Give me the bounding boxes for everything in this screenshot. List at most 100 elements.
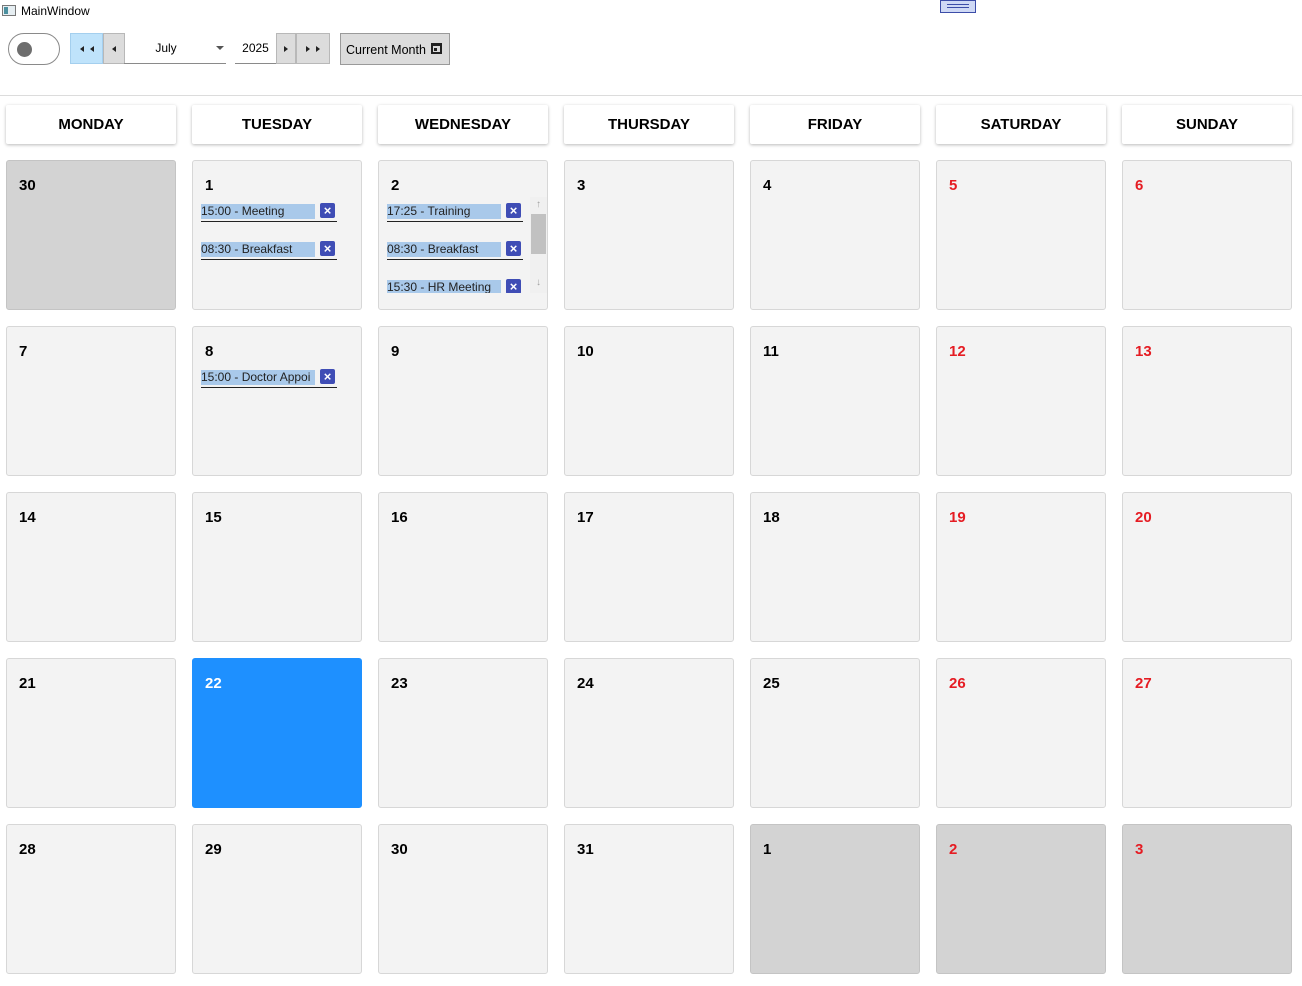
day-cell[interactable]: 29 [192, 824, 362, 974]
day-cell[interactable]: 26 [936, 658, 1106, 808]
day-number: 24 [577, 675, 594, 692]
calendar-icon [431, 43, 442, 54]
day-number: 18 [763, 509, 780, 526]
day-number: 19 [949, 509, 966, 526]
day-number: 25 [763, 675, 780, 692]
month-select-value: July [155, 41, 177, 55]
day-number: 28 [19, 841, 36, 858]
day-number: 1 [205, 177, 214, 194]
weekday-header-tuesday: TUESDAY [192, 105, 362, 144]
day-cell[interactable]: 27 [1122, 658, 1292, 808]
day-number: 1 [763, 841, 772, 858]
theme-toggle-switch[interactable] [8, 33, 60, 65]
day-cell[interactable]: 3 [564, 160, 734, 310]
day-number: 8 [205, 343, 214, 360]
weekday-header-monday: MONDAY [6, 105, 176, 144]
previous-month-button[interactable] [103, 33, 125, 64]
delete-event-icon[interactable]: × [320, 369, 335, 384]
day-cell[interactable]: 24 [564, 658, 734, 808]
day-cell[interactable]: 28 [6, 824, 176, 974]
current-month-button[interactable]: Current Month [340, 33, 450, 65]
day-number: 14 [19, 509, 36, 526]
chevron-left-icon [89, 45, 94, 52]
day-number: 27 [1135, 675, 1152, 692]
chevron-right-icon [306, 45, 310, 52]
day-cell[interactable]: 2 17:25 - Training × 08:30 - Breakfast × 15:3… [378, 160, 548, 310]
delete-event-icon[interactable]: × [320, 203, 335, 218]
app-window-icon [2, 5, 16, 16]
day-number: 3 [577, 177, 586, 194]
next-year-button[interactable] [296, 33, 330, 64]
event-title[interactable]: 17:25 - Training [387, 204, 501, 219]
event-item: 15:00 - Doctor Appoi × [201, 367, 337, 388]
scroll-down-arrow-icon[interactable]: ↓ [530, 275, 547, 291]
weekday-header-thursday: THURSDAY [564, 105, 734, 144]
day-cell[interactable]: 18 [750, 492, 920, 642]
event-list: 15:00 - Doctor Appoi × [201, 367, 351, 459]
day-cell-other-month[interactable]: 1 [750, 824, 920, 974]
chevron-down-icon [216, 46, 224, 50]
day-cell-other-month[interactable]: 3 [1122, 824, 1292, 974]
day-cell[interactable]: 20 [1122, 492, 1292, 642]
day-number: 30 [391, 841, 408, 858]
delete-event-icon[interactable]: × [506, 279, 521, 293]
event-title[interactable]: 08:30 - Breakfast [387, 242, 501, 257]
day-cell[interactable]: 31 [564, 824, 734, 974]
day-number: 20 [1135, 509, 1152, 526]
day-cell[interactable]: 5 [936, 160, 1106, 310]
event-item: 08:30 - Breakfast × [201, 239, 337, 260]
day-cell[interactable]: 17 [564, 492, 734, 642]
day-number: 5 [949, 177, 958, 194]
next-month-button[interactable] [276, 33, 296, 64]
year-input[interactable]: 2025 [235, 33, 276, 64]
day-number: 2 [391, 177, 400, 194]
event-list-scrollbar[interactable]: ↑ ↓ [530, 197, 547, 293]
chevron-right-icon [284, 45, 288, 52]
day-cell[interactable]: 9 [378, 326, 548, 476]
previous-year-button[interactable] [70, 33, 103, 64]
day-cell-other-month[interactable]: 2 [936, 824, 1106, 974]
day-cell[interactable]: 21 [6, 658, 176, 808]
double-chevron-left-icon [79, 45, 84, 52]
day-cell[interactable]: 25 [750, 658, 920, 808]
day-cell[interactable]: 13 [1122, 326, 1292, 476]
day-cell[interactable]: 7 [6, 326, 176, 476]
delete-event-icon[interactable]: × [506, 203, 521, 218]
day-cell[interactable]: 30 [378, 824, 548, 974]
day-number: 17 [577, 509, 594, 526]
day-number: 9 [391, 343, 400, 360]
day-number: 30 [19, 177, 36, 194]
day-cell[interactable]: 16 [378, 492, 548, 642]
event-item: 08:30 - Breakfast × [387, 239, 523, 260]
scroll-up-arrow-icon[interactable]: ↑ [530, 197, 547, 213]
day-number: 4 [763, 177, 772, 194]
day-cell[interactable]: 6 [1122, 160, 1292, 310]
toggle-knob [17, 42, 32, 57]
weekday-header-sunday: SUNDAY [1122, 105, 1292, 144]
delete-event-icon[interactable]: × [320, 241, 335, 256]
day-cell[interactable]: 15 [192, 492, 362, 642]
day-number: 3 [1135, 841, 1144, 858]
day-cell[interactable]: 1 15:00 - Meeting × 08:30 - Breakfast × [192, 160, 362, 310]
day-cell[interactable]: 4 [750, 160, 920, 310]
delete-event-icon[interactable]: × [506, 241, 521, 256]
day-cell-other-month[interactable]: 30 [6, 160, 176, 310]
day-number: 23 [391, 675, 408, 692]
day-cell[interactable]: 11 [750, 326, 920, 476]
event-title[interactable]: 08:30 - Breakfast [201, 242, 315, 257]
day-number: 29 [205, 841, 222, 858]
event-title[interactable]: 15:00 - Meeting [201, 204, 315, 219]
day-cell[interactable]: 14 [6, 492, 176, 642]
event-title[interactable]: 15:00 - Doctor Appoi [201, 370, 315, 385]
day-number: 21 [19, 675, 36, 692]
day-cell-today[interactable]: 22 [192, 658, 362, 808]
event-title[interactable]: 15:30 - HR Meeting [387, 280, 501, 293]
day-cell[interactable]: 10 [564, 326, 734, 476]
month-select[interactable]: July [124, 33, 226, 64]
day-cell[interactable]: 12 [936, 326, 1106, 476]
day-cell[interactable]: 8 15:00 - Doctor Appoi × [192, 326, 362, 476]
day-cell[interactable]: 23 [378, 658, 548, 808]
day-cell[interactable]: 19 [936, 492, 1106, 642]
scrollbar-thumb[interactable] [531, 214, 546, 254]
window-minimize-icon[interactable] [940, 0, 976, 13]
